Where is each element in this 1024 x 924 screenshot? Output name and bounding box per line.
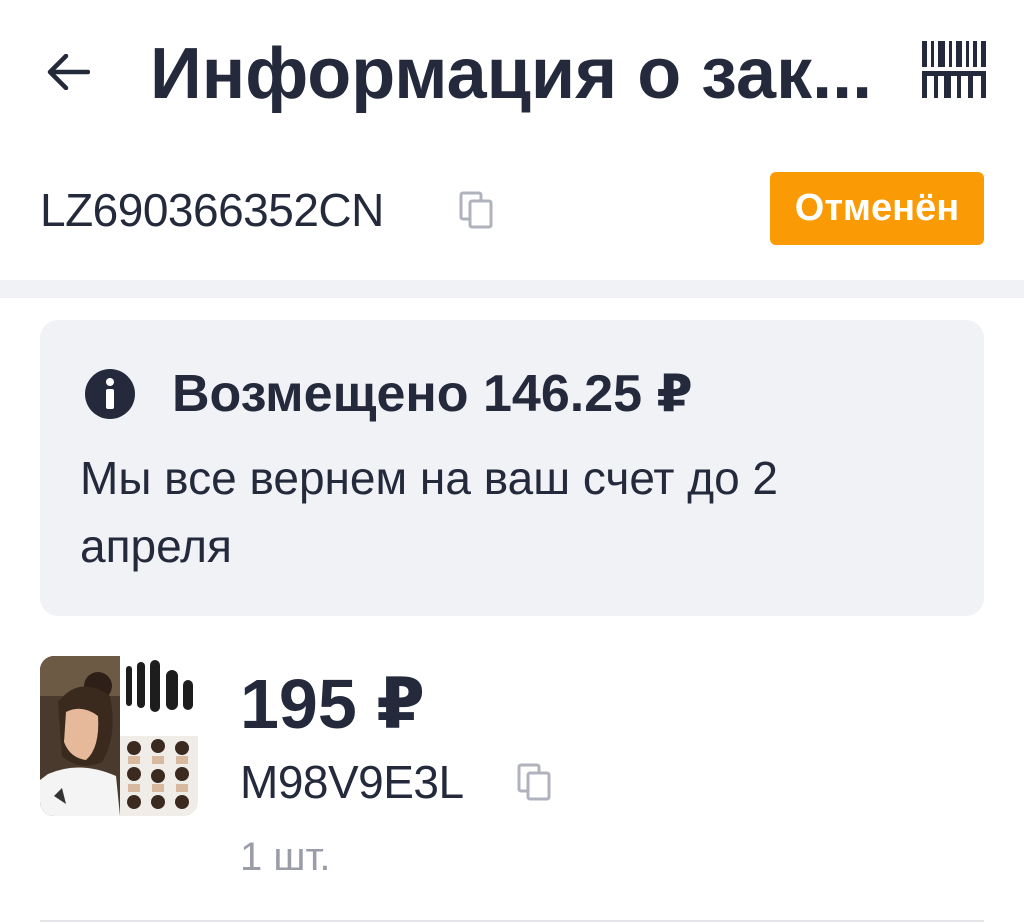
copy-tracking-button[interactable] bbox=[456, 188, 496, 232]
bottom-divider bbox=[40, 920, 984, 922]
section-divider bbox=[0, 280, 1024, 298]
product-quantity: 1 шт. bbox=[240, 835, 331, 879]
copy-icon bbox=[517, 763, 551, 801]
app-header: Информация о зак... bbox=[0, 0, 1024, 150]
copy-sku-button[interactable] bbox=[514, 760, 554, 804]
order-summary-row: LZ690366352CN Отменён bbox=[0, 160, 1024, 260]
page-title: Информация о зак... bbox=[150, 34, 873, 114]
product-sku: M98V9E3L bbox=[240, 756, 464, 808]
tracking-number: LZ690366352CN bbox=[40, 184, 384, 236]
product-photo bbox=[40, 656, 198, 816]
product-item: 195 ₽ M98V9E3L 1 шт. bbox=[0, 656, 1024, 906]
info-icon bbox=[85, 369, 135, 419]
barcode-icon bbox=[922, 41, 986, 98]
refund-title: Возмещено 146.25 ₽ bbox=[172, 365, 693, 423]
refund-card: Возмещено 146.25 ₽ Мы все вернем на ваш … bbox=[40, 320, 984, 616]
copy-icon bbox=[459, 191, 493, 229]
refund-message: Мы все вернем на ваш счет до 2 апреля bbox=[80, 452, 779, 572]
barcode-button[interactable] bbox=[916, 32, 992, 108]
product-price: 195 ₽ bbox=[240, 665, 425, 743]
status-badge: Отменён bbox=[770, 172, 984, 245]
product-image[interactable] bbox=[40, 656, 198, 816]
back-button[interactable] bbox=[36, 42, 100, 102]
arrow-left-icon bbox=[47, 54, 90, 90]
